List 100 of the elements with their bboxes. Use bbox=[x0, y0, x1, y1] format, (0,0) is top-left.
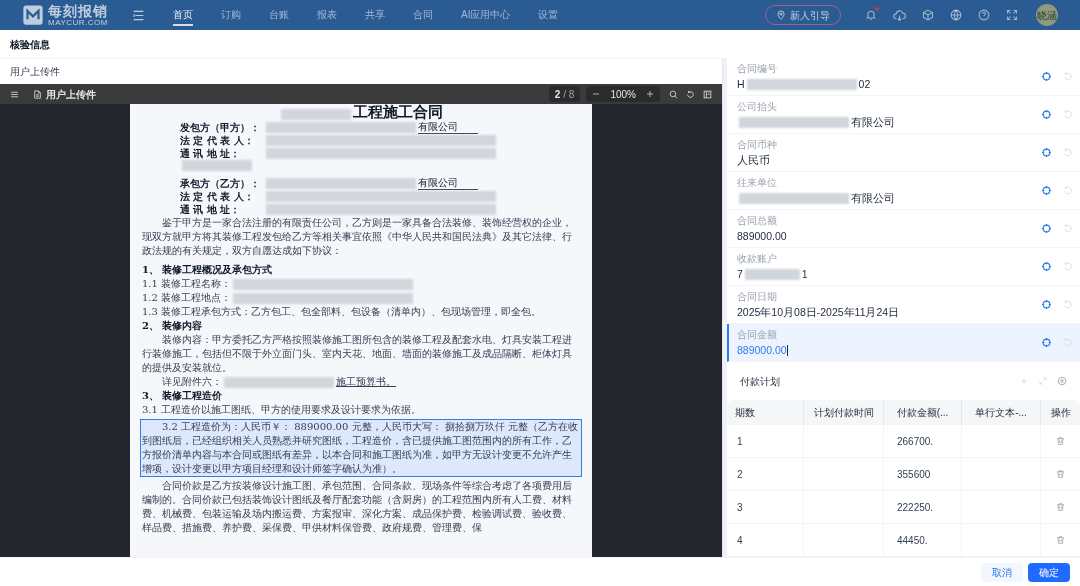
table-cell: 222250. bbox=[884, 491, 962, 523]
field-value: 有限公司 bbox=[851, 115, 895, 129]
document-title: 工程施工合同 bbox=[353, 104, 443, 120]
party-label: 发包方（甲方）： bbox=[180, 120, 261, 134]
nav-tab[interactable]: 首页 bbox=[159, 0, 207, 30]
table-cell: 3 bbox=[727, 491, 804, 523]
paragraph-text: 详见附件六： bbox=[162, 376, 222, 387]
field-row[interactable]: 合同总额 889000.00 bbox=[727, 210, 1080, 248]
party-label: 法 定 代 表 人： bbox=[180, 190, 255, 203]
location-pin-icon bbox=[776, 10, 786, 20]
trash-icon[interactable] bbox=[1056, 469, 1065, 479]
search-icon[interactable] bbox=[669, 89, 678, 99]
party-name: 有限公司 bbox=[418, 176, 478, 190]
sidebar-icon[interactable] bbox=[703, 89, 712, 99]
column-header: 计划付款时间 bbox=[804, 400, 884, 425]
zoom-out-icon[interactable] bbox=[592, 90, 601, 98]
field-row[interactable]: 合同币种 人民币 bbox=[727, 134, 1080, 172]
column-header: 操作 bbox=[1049, 406, 1072, 420]
trash-icon[interactable] bbox=[1056, 436, 1065, 446]
user-avatar[interactable]: 晓涵 bbox=[1036, 4, 1058, 26]
clause-text: 3.1 工程造价以施工图纸、甲方的使用要求及设计要求为依据。 bbox=[142, 403, 422, 417]
target-icon[interactable] bbox=[1042, 224, 1051, 233]
field-label: 合同编号 bbox=[737, 62, 778, 75]
target-icon[interactable] bbox=[1042, 262, 1051, 271]
notification-button[interactable] bbox=[865, 9, 877, 21]
table-cell: 2 bbox=[727, 458, 804, 490]
field-value: H bbox=[737, 77, 745, 91]
field-label: 往来单位 bbox=[737, 176, 778, 189]
field-label: 合同金额 bbox=[737, 328, 778, 341]
field-value: 02 bbox=[858, 77, 871, 91]
logo-text: 每刻报销 bbox=[48, 3, 108, 18]
target-icon[interactable] bbox=[1042, 300, 1051, 309]
dialog-title: 核验信息 bbox=[9, 37, 51, 52]
nav-tab[interactable]: 合同 bbox=[399, 0, 447, 30]
nav-tab[interactable]: AI应用中心 bbox=[447, 0, 525, 30]
paragraph-text: 鉴于甲方是一家合法注册的有限责任公司，乙方则是一家具备合法装修、装饰经营权的企业，现双方就甲方将其装修工程发包给乙方等相关事宜依照《中华人民共和国民法典》及其它法律、行政法规的有关规定，双方自愿达成如下协议： bbox=[142, 217, 572, 256]
target-icon[interactable] bbox=[1042, 186, 1051, 195]
help-icon[interactable] bbox=[978, 9, 990, 21]
cancel-button[interactable]: 取消 bbox=[981, 562, 1023, 582]
zoom-in-icon[interactable] bbox=[646, 90, 654, 98]
section-heading: 3、 装修工程造价 bbox=[142, 390, 223, 401]
trash-icon[interactable] bbox=[1056, 535, 1065, 545]
column-header: 付款金额(... bbox=[884, 400, 962, 425]
field-label: 合同币种 bbox=[737, 138, 778, 151]
rotate-icon[interactable] bbox=[686, 89, 695, 99]
document-icon bbox=[33, 89, 42, 99]
section-heading: 2、 装修内容 bbox=[142, 320, 203, 331]
logo-icon bbox=[22, 4, 44, 26]
field-value: 1 bbox=[801, 267, 808, 281]
paragraph-text: 合同价款是乙方按装修设计施工图、承包范围、合同条款、现场条件等综合考虑了各项费用后编制的。合同价款已包括装饰设计图纸及餐厅配套功能（含厨房）的工程范围内所有人工费、材料费、机械费、包装运输及场内搬运费、方案报审、深化方案、成品保护费、检验调试费、验收费、样品费、措施费、养护费、采保费、甲供材料保管费、政府规费、管理费、保 bbox=[142, 480, 572, 533]
party-label: 承包方（乙方）： bbox=[180, 176, 261, 190]
fullscreen-icon[interactable] bbox=[1006, 9, 1018, 21]
field-value: 889000.00 bbox=[737, 229, 787, 243]
page-total: / 8 bbox=[563, 87, 575, 102]
clause-text: 1.2 装修工程地点： bbox=[142, 291, 232, 305]
text-cursor bbox=[786, 344, 788, 356]
target-icon[interactable] bbox=[1042, 338, 1051, 347]
field-row[interactable]: 合同编号 H 02 bbox=[727, 58, 1080, 96]
clause-text: 1.1 装修工程名称： bbox=[142, 277, 232, 291]
field-value: 889000.00 bbox=[737, 343, 787, 357]
party-label: 通 讯 地 址： bbox=[180, 203, 242, 216]
confirm-button[interactable]: 确定 bbox=[1028, 562, 1070, 582]
table-cell: 355600 bbox=[884, 458, 962, 490]
globe-icon[interactable] bbox=[950, 9, 962, 21]
field-label: 合同日期 bbox=[737, 290, 778, 303]
field-label: 合同总额 bbox=[737, 214, 778, 227]
table-cell: 4 bbox=[727, 524, 804, 556]
logo-domain: MAYCUR.COM bbox=[48, 18, 108, 27]
nav-tab[interactable]: 报表 bbox=[303, 0, 351, 30]
table-cell: 44450. bbox=[884, 524, 962, 556]
field-row[interactable]: 公司抬头 有限公司 bbox=[727, 96, 1080, 134]
field-row[interactable]: 收款账户 7 1 bbox=[727, 248, 1080, 286]
nav-tab[interactable]: 订购 bbox=[207, 0, 255, 30]
highlighted-clause: 3.2 工程造价为：人民币￥： 889000.00 元整，人民币大写： 捌拾捌万玖仟 元整（乙方在收到图纸后，已经组织相关人员熟悉并研究图纸，工程造价，含已提供施工图范围内的所有工作，乙方报价清单内容与本合同或图纸有差异，以本合同和施工图纸为准，如甲方无设计变更不允许产生增项，设计变更以甲方项目经理和设计师签字确认为准）。 bbox=[140, 419, 582, 477]
menu-icon[interactable] bbox=[132, 8, 145, 22]
trash-icon[interactable] bbox=[1056, 502, 1065, 512]
cloud-download-icon[interactable] bbox=[893, 8, 906, 22]
table-cell: 266700. bbox=[884, 425, 962, 457]
clause-text: 1.3 装修工程承包方式：乙方包工、包全部料、包设备（清单内）、包现场管理，即全包。 bbox=[142, 305, 542, 319]
menu-icon[interactable] bbox=[10, 89, 19, 99]
settings-icon[interactable] bbox=[1057, 376, 1067, 386]
field-value: 7 bbox=[737, 267, 743, 281]
file-name: 用户上传件 bbox=[46, 87, 96, 102]
cube-icon[interactable] bbox=[922, 9, 934, 21]
target-icon[interactable] bbox=[1042, 72, 1051, 81]
nav-tab[interactable]: 台账 bbox=[255, 0, 303, 30]
column-header: 单行文本-... bbox=[962, 400, 1041, 425]
field-row[interactable]: 往来单位 有限公司 bbox=[727, 172, 1080, 210]
nav-tab[interactable]: 设置 bbox=[524, 0, 573, 30]
nav-tab[interactable]: 共享 bbox=[351, 0, 399, 30]
source-label: 用户上传件 bbox=[10, 65, 60, 79]
target-icon[interactable] bbox=[1042, 110, 1051, 119]
column-header: 期数 bbox=[727, 400, 804, 425]
field-label: 公司抬头 bbox=[737, 100, 778, 113]
party-name: 有限公司 bbox=[418, 120, 478, 134]
page-number: 2 bbox=[554, 87, 561, 102]
field-value: 2025年10月08日-2025年11月24日 bbox=[737, 305, 900, 319]
target-icon[interactable] bbox=[1042, 148, 1051, 157]
section-title: 付款计划 bbox=[740, 374, 780, 389]
field-row[interactable]: 合同金额 889000.00 bbox=[727, 324, 1080, 362]
